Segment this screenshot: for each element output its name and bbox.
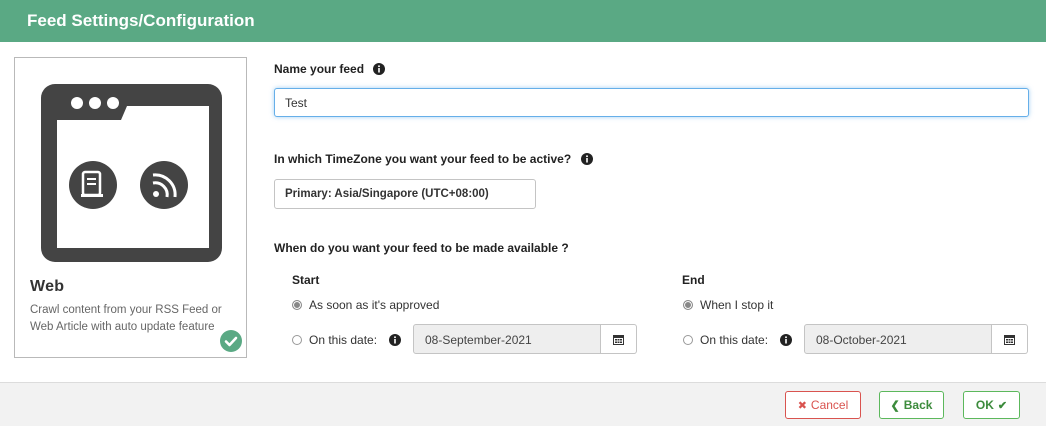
start-date-input[interactable]: 08-September-2021	[413, 324, 601, 354]
end-date-option[interactable]: On this date:	[683, 333, 793, 347]
source-card-title: Web	[30, 278, 65, 295]
end-date-input[interactable]: 08-October-2021	[804, 324, 992, 354]
ok-label: OK	[975, 398, 994, 412]
name-field-label-row: Name your feed	[274, 62, 386, 76]
start-immediate-label: As soon as it's approved	[309, 298, 440, 312]
browser-rss-icon	[41, 84, 222, 262]
end-calendar-button[interactable]	[992, 324, 1028, 354]
radio-unselected[interactable]	[683, 335, 693, 345]
calendar-icon	[613, 334, 624, 345]
dialog-title: Feed Settings/Configuration	[27, 11, 255, 30]
radio-selected[interactable]	[292, 300, 302, 310]
end-heading: End	[682, 273, 705, 287]
radio-selected[interactable]	[683, 300, 693, 310]
info-icon[interactable]	[780, 334, 793, 346]
cancel-label: Cancel	[810, 398, 849, 412]
end-immediate-option[interactable]: When I stop it	[683, 298, 773, 312]
timezone-select[interactable]: Primary: Asia/Singapore (UTC+08:00)	[274, 179, 536, 209]
info-icon[interactable]	[389, 334, 402, 346]
check-icon: ✔	[997, 399, 1008, 412]
back-button[interactable]: ❮ Back	[879, 391, 944, 419]
close-icon: ✖	[797, 399, 807, 412]
ok-button[interactable]: OK ✔	[963, 391, 1020, 419]
timezone-label-row: In which TimeZone you want your feed to …	[274, 152, 593, 166]
cancel-button[interactable]: ✖ Cancel	[785, 391, 861, 419]
selected-check-icon	[220, 330, 242, 352]
start-heading: Start	[292, 273, 320, 287]
start-immediate-option[interactable]: As soon as it's approved	[292, 298, 439, 312]
start-date-label: On this date:	[309, 333, 378, 347]
start-calendar-button[interactable]	[601, 324, 637, 354]
timezone-label: In which TimeZone you want your feed to …	[274, 152, 572, 166]
feed-name-input[interactable]	[274, 88, 1029, 117]
dialog-header: Feed Settings/Configuration	[0, 0, 1046, 42]
chevron-left-icon: ❮	[890, 399, 900, 412]
end-immediate-label: When I stop it	[700, 298, 774, 312]
start-date-option[interactable]: On this date:	[292, 333, 402, 347]
radio-unselected[interactable]	[292, 335, 302, 345]
info-icon[interactable]	[580, 153, 593, 165]
source-card-description: Crawl content from your RSS Feed or Web …	[30, 304, 222, 333]
end-date-label: On this date:	[700, 333, 769, 347]
info-icon[interactable]	[373, 63, 386, 75]
back-label: Back	[903, 398, 933, 412]
name-field-label: Name your feed	[274, 62, 365, 76]
availability-label: When do you want your feed to be made av…	[274, 241, 569, 255]
calendar-icon	[1004, 334, 1015, 345]
source-card-web[interactable]: Web Crawl content from your RSS Feed or …	[14, 57, 247, 358]
